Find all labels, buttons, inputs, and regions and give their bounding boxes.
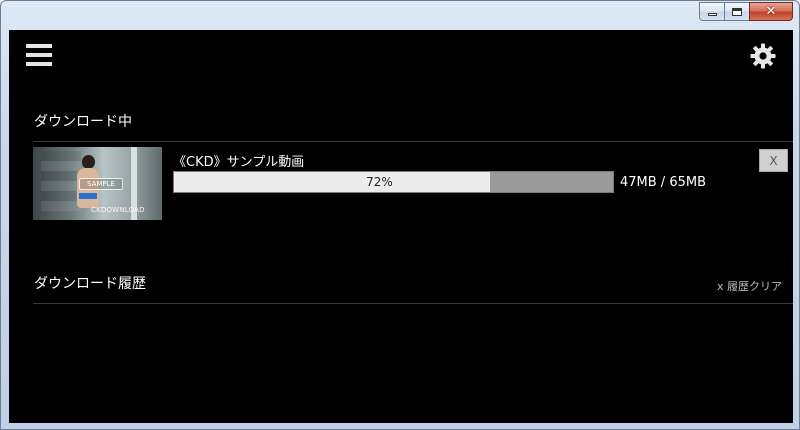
progress-bar: 72% bbox=[173, 171, 614, 193]
download-item: SAMPLE CKDOWNLOAD 《CKD》サンプル動画 72% 47MB /… bbox=[33, 147, 793, 223]
title-bar[interactable]: ✕ bbox=[1, 1, 799, 29]
maximize-icon bbox=[732, 7, 742, 16]
clear-history-link[interactable]: x 履歴クリア bbox=[717, 278, 782, 294]
close-icon: ✕ bbox=[765, 4, 777, 19]
app-window: ✕ ダウンロード中 SAMPLE CKDOWNLOAD 《CKD》サンプル動画 … bbox=[0, 0, 800, 430]
history-heading: ダウンロード履歴 bbox=[34, 276, 146, 292]
divider bbox=[33, 303, 793, 304]
close-button[interactable]: ✕ bbox=[749, 2, 793, 21]
download-title: 《CKD》サンプル動画 bbox=[173, 155, 305, 170]
download-size: 47MB / 65MB bbox=[620, 175, 706, 190]
maximize-button[interactable] bbox=[724, 2, 750, 21]
minimize-icon bbox=[707, 13, 717, 16]
video-thumbnail: SAMPLE CKDOWNLOAD bbox=[33, 147, 162, 220]
thumbnail-site-text: CKDOWNLOAD bbox=[91, 206, 145, 214]
downloading-heading: ダウンロード中 bbox=[34, 114, 132, 130]
window-controls: ✕ bbox=[699, 2, 793, 22]
app-content: ダウンロード中 SAMPLE CKDOWNLOAD 《CKD》サンプル動画 72… bbox=[9, 30, 793, 423]
minimize-button[interactable] bbox=[699, 2, 725, 21]
gear-icon[interactable] bbox=[750, 43, 776, 69]
thumbnail-watermark: SAMPLE bbox=[79, 178, 123, 190]
progress-label: 72% bbox=[366, 175, 393, 189]
cancel-download-button[interactable]: X bbox=[759, 149, 788, 172]
hamburger-menu-icon[interactable] bbox=[26, 44, 52, 68]
divider bbox=[33, 141, 793, 142]
